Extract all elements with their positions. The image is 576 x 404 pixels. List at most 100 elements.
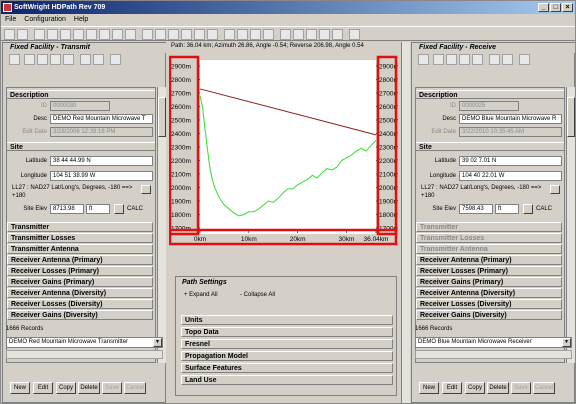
tool-icon[interactable]: [319, 29, 330, 40]
setting-units[interactable]: Units: [181, 315, 393, 325]
menu-file[interactable]: File: [1, 14, 20, 25]
tool-icon[interactable]: [99, 29, 110, 40]
tool-icon[interactable]: [155, 29, 166, 40]
new-button[interactable]: New: [419, 382, 439, 394]
expand-all-link[interactable]: + Expand All: [184, 292, 218, 298]
tool-icon[interactable]: [519, 54, 530, 65]
setting-land-use[interactable]: Land Use: [181, 375, 393, 385]
tool-icon[interactable]: [293, 29, 304, 40]
desc-field[interactable]: DEMO Blue Mountain Microwave R: [459, 114, 562, 124]
cancel-button[interactable]: Cancel: [124, 382, 146, 394]
close-button[interactable]: ×: [562, 3, 573, 12]
save-button[interactable]: Save: [511, 382, 531, 394]
tool-icon[interactable]: [306, 29, 317, 40]
setting-topo-data[interactable]: Topo Data: [181, 327, 393, 337]
calc-checkbox[interactable]: [114, 204, 124, 214]
section-receiver-losses-primary[interactable]: Receiver Losses (Primary): [416, 266, 562, 276]
edit-button[interactable]: Edit: [33, 382, 53, 394]
setting-fresnel[interactable]: Fresnel: [181, 339, 393, 349]
calc-checkbox[interactable]: [523, 204, 533, 214]
path-profile-chart[interactable]: 2900m 2900m 2800m 2800m 2700m 2700m 2600m 2600m…: [168, 54, 399, 272]
tool-icon[interactable]: [73, 29, 84, 40]
chevron-down-icon[interactable]: ▼: [562, 338, 571, 347]
remove-icon[interactable]: [37, 54, 48, 65]
remove-icon[interactable]: [446, 54, 457, 65]
property-scrollbar[interactable]: [157, 87, 166, 363]
open-icon[interactable]: [4, 29, 15, 40]
link-icon[interactable]: [418, 54, 429, 65]
edit-button[interactable]: Edit: [442, 382, 462, 394]
horizontal-scrollbar[interactable]: [6, 350, 163, 359]
section-receiver-gains-primary[interactable]: Receiver Gains (Primary): [7, 277, 153, 287]
list-icon[interactable]: [459, 54, 470, 65]
collapse-all-link[interactable]: - Collapse All: [240, 292, 275, 298]
section-transmitter-antenna[interactable]: Transmitter Antenna: [7, 244, 153, 254]
list-icon[interactable]: [50, 54, 61, 65]
panel-scrollbar[interactable]: [401, 42, 410, 403]
tool-icon[interactable]: [250, 29, 261, 40]
longitude-field[interactable]: 104 51 38.99 W: [50, 171, 153, 181]
setting-propagation-model[interactable]: Propagation Model: [181, 351, 393, 361]
facility-combo[interactable]: DEMO Red Mountain Microwave Transmitter ▼: [6, 337, 163, 348]
section-receiver-antenna-diversity[interactable]: Receiver Antenna (Diversity): [416, 288, 562, 298]
section-transmitter-losses[interactable]: Transmitter Losses: [416, 233, 562, 243]
setting-surface-features[interactable]: Surface Features: [181, 363, 393, 373]
tool-icon[interactable]: [181, 29, 192, 40]
property-scrollbar[interactable]: [566, 87, 575, 363]
minimize-button[interactable]: _: [538, 3, 549, 12]
tool-icon[interactable]: [112, 29, 123, 40]
tool-icon[interactable]: [110, 54, 121, 65]
site-elev-field[interactable]: 7598.43: [459, 204, 493, 214]
tool-icon[interactable]: [502, 54, 513, 65]
site-elev-field[interactable]: 8713.98: [50, 204, 84, 214]
copy-button[interactable]: Copy: [465, 382, 485, 394]
section-transmitter[interactable]: Transmitter: [7, 222, 153, 232]
tool-icon[interactable]: [168, 29, 179, 40]
add-icon[interactable]: [433, 54, 444, 65]
tool-icon[interactable]: [125, 29, 136, 40]
binoculars-icon[interactable]: [63, 54, 74, 65]
zoom-icon[interactable]: [224, 29, 235, 40]
section-transmitter-antenna[interactable]: Transmitter Antenna: [416, 244, 562, 254]
tool-icon[interactable]: [280, 29, 291, 40]
save-button[interactable]: Save: [102, 382, 122, 394]
tool-icon[interactable]: [207, 29, 218, 40]
horizontal-scrollbar[interactable]: [415, 350, 572, 359]
section-receiver-antenna-diversity[interactable]: Receiver Antenna (Diversity): [7, 288, 153, 298]
section-receiver-losses-diversity[interactable]: Receiver Losses (Diversity): [416, 299, 562, 309]
tool-icon[interactable]: [489, 54, 500, 65]
delete-button[interactable]: Delete: [487, 382, 509, 394]
section-receiver-gains-primary[interactable]: Receiver Gains (Primary): [416, 277, 562, 287]
maximize-button[interactable]: □: [550, 3, 561, 12]
tool-icon[interactable]: [194, 29, 205, 40]
longitude-field[interactable]: 104 40 22.01 W: [459, 171, 562, 181]
new-button[interactable]: New: [10, 382, 30, 394]
cancel-button[interactable]: Cancel: [533, 382, 555, 394]
tool-icon[interactable]: [93, 54, 104, 65]
tool-icon[interactable]: [60, 29, 71, 40]
section-receiver-gains-diversity[interactable]: Receiver Gains (Diversity): [7, 310, 153, 320]
datum-button[interactable]: [141, 185, 151, 194]
section-receiver-losses-primary[interactable]: Receiver Losses (Primary): [7, 266, 153, 276]
facility-combo[interactable]: DEMO Blue Mountain Microwave Receiver ▼: [415, 337, 572, 348]
section-receiver-antenna-primary[interactable]: Receiver Antenna (Primary): [7, 255, 153, 265]
latitude-field[interactable]: 38 44 44.99 N: [50, 156, 153, 166]
chevron-down-icon[interactable]: ▼: [153, 338, 162, 347]
add-icon[interactable]: [24, 54, 35, 65]
copy-button[interactable]: Copy: [56, 382, 76, 394]
tool-icon[interactable]: [142, 29, 153, 40]
save-icon[interactable]: [17, 29, 28, 40]
section-receiver-losses-diversity[interactable]: Receiver Losses (Diversity): [7, 299, 153, 309]
link-icon[interactable]: [9, 54, 20, 65]
delete-button[interactable]: Delete: [78, 382, 100, 394]
datum-button[interactable]: [550, 185, 560, 194]
tool-icon[interactable]: [34, 29, 45, 40]
tool-icon[interactable]: [80, 54, 91, 65]
elev-unit-select[interactable]: ft: [86, 204, 110, 214]
tool-icon[interactable]: [332, 29, 343, 40]
section-receiver-antenna-primary[interactable]: Receiver Antenna (Primary): [416, 255, 562, 265]
tool-icon[interactable]: [237, 29, 248, 40]
section-transmitter[interactable]: Transmitter: [416, 222, 562, 232]
menu-help[interactable]: Help: [70, 14, 92, 25]
section-transmitter-losses[interactable]: Transmitter Losses: [7, 233, 153, 243]
